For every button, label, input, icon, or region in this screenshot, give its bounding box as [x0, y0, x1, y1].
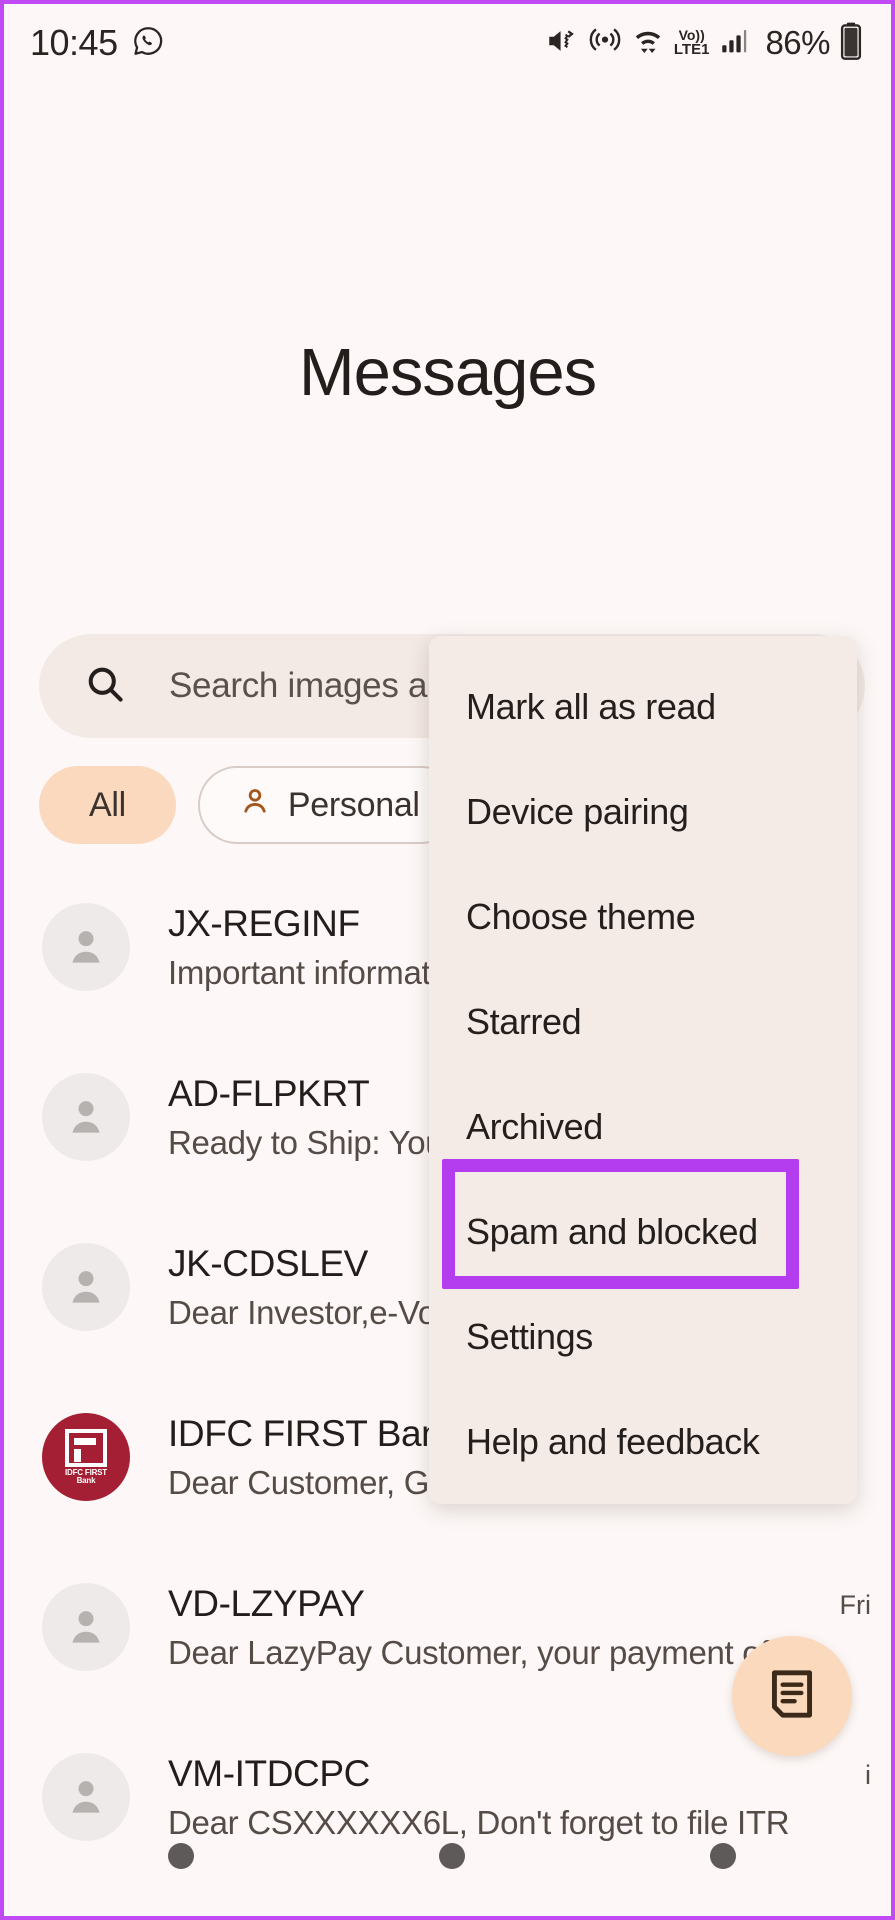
menu-item-settings[interactable]: Settings [429, 1284, 857, 1389]
menu-item-label: Starred [466, 1000, 582, 1042]
status-bar-left: 10:45 [30, 22, 165, 64]
menu-item-label: Archived [466, 1105, 603, 1147]
volte-indicator: Vo)) LTE1 [673, 27, 710, 58]
page-title: Messages [298, 335, 597, 410]
filter-chip-all[interactable]: All [39, 766, 176, 844]
overflow-menu: Mark all as read Device pairing Choose t… [429, 636, 857, 1504]
nav-dot[interactable] [167, 1843, 194, 1869]
menu-item-label: Mark all as read [466, 685, 716, 727]
nav-dot[interactable] [438, 1843, 465, 1869]
phone-screen: 10:45 Vo)) LTE1 86% Messages Search imag… [0, 0, 895, 1920]
menu-item-choose-theme[interactable]: Choose theme [429, 864, 857, 969]
system-navigation-bar [4, 1796, 891, 1916]
filter-chip-personal-label: Personal [287, 785, 420, 824]
search-icon [83, 662, 127, 711]
person-placeholder-avatar [42, 1073, 130, 1161]
conversation-timestamp: Fri [839, 1590, 871, 1620]
menu-item-label: Device pairing [466, 790, 689, 832]
status-clock: 10:45 [30, 22, 118, 63]
menu-item-label: Choose theme [466, 895, 696, 937]
nav-dot[interactable] [709, 1843, 736, 1869]
status-bar: 10:45 Vo)) LTE1 86% [4, 4, 891, 82]
status-bar-right: Vo)) LTE1 86% [545, 22, 863, 65]
volume-mute-icon [545, 24, 579, 63]
idfc-first-bank-logo: IDFC FIRST Bank [42, 1413, 130, 1501]
menu-item-device-pairing[interactable]: Device pairing [429, 759, 857, 864]
person-icon [238, 784, 272, 827]
conversation-sender: VD-LZYPAY [168, 1582, 365, 1624]
menu-item-mark-all-as-read[interactable]: Mark all as read [429, 654, 857, 759]
filter-chip-personal[interactable]: Personal [197, 766, 460, 844]
compose-message-icon [761, 1663, 823, 1730]
idfc-logo-text: IDFC FIRST Bank [65, 1468, 107, 1486]
menu-item-label: Settings [466, 1315, 593, 1357]
whatsapp-icon [131, 24, 165, 63]
menu-item-spam-and-blocked[interactable]: Spam and blocked [429, 1179, 857, 1284]
hotspot-icon [588, 24, 622, 63]
menu-item-starred[interactable]: Starred [429, 969, 857, 1074]
wifi-data-icon [631, 24, 665, 63]
menu-item-label: Help and feedback [466, 1420, 760, 1462]
menu-item-archived[interactable]: Archived [429, 1074, 857, 1179]
person-placeholder-avatar [42, 903, 130, 991]
conversation-sender: VM-ITDCPC [168, 1752, 370, 1794]
person-placeholder-avatar [42, 1583, 130, 1671]
idfc-logo-line2: Bank [76, 1476, 96, 1485]
idfc-logo-mark [65, 1428, 107, 1467]
battery-percent: 86% [765, 24, 830, 61]
filter-chip-all-label: All [89, 785, 126, 824]
menu-item-help-and-feedback[interactable]: Help and feedback [429, 1389, 857, 1494]
battery-icon [839, 22, 863, 65]
menu-item-label: Spam and blocked [466, 1210, 758, 1252]
signal-bars-icon [718, 24, 752, 63]
person-placeholder-avatar [42, 1243, 130, 1331]
conversation-timestamp: i [865, 1760, 871, 1790]
compose-message-fab[interactable] [732, 1636, 852, 1756]
